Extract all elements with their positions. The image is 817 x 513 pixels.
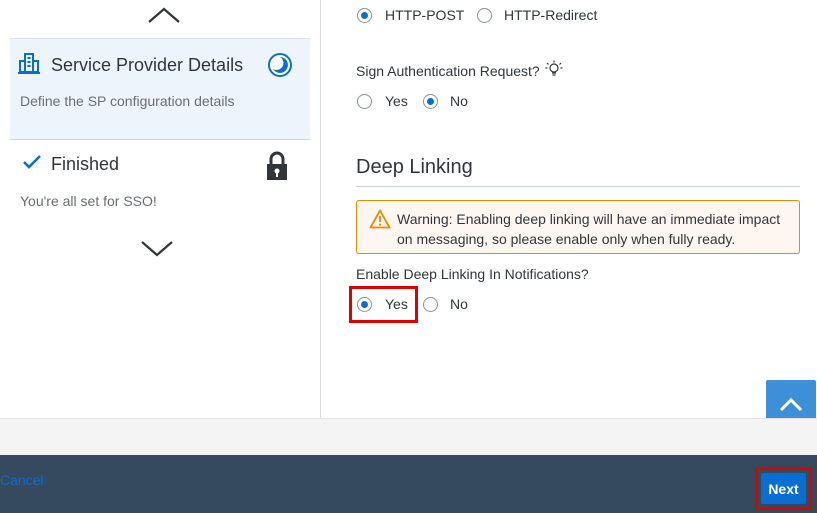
highlight-box: Next	[755, 467, 812, 510]
radio-deep-link-yes[interactable]	[357, 297, 372, 312]
content-bottom-strip	[0, 418, 817, 455]
wizard-step-list: Service Provider Details Define the SP c…	[0, 0, 320, 418]
radio-label: HTTP-Redirect	[504, 7, 598, 23]
warning-icon	[369, 209, 391, 229]
radio-label: No	[450, 93, 468, 109]
radio-http-post[interactable]	[357, 8, 372, 23]
step-title: Finished	[51, 154, 120, 174]
radio-sign-no[interactable]	[423, 94, 438, 109]
radio-sign-yes[interactable]	[357, 94, 372, 109]
building-icon	[18, 53, 40, 74]
sign-auth-label: Sign Authentication Request?	[356, 63, 540, 79]
enable-deep-linking-label: Enable Deep Linking In Notifications?	[356, 266, 589, 282]
section-title-deep-linking: Deep Linking	[356, 156, 473, 178]
section-divider	[356, 186, 800, 187]
step-title: Service Provider Details	[51, 55, 244, 75]
lock-icon	[267, 151, 287, 180]
cancel-button[interactable]: Cancel	[0, 472, 44, 488]
radio-label: HTTP-POST	[385, 7, 465, 23]
warning-message: Warning: Enabling deep linking will have…	[356, 200, 800, 254]
chevron-down-icon[interactable]	[140, 240, 174, 258]
radio-http-redirect[interactable]	[477, 8, 492, 23]
panel-divider	[320, 0, 321, 418]
wizard-step-finished[interactable]: Finished You're all set for SSO!	[10, 140, 310, 220]
radio-label: Yes	[385, 93, 408, 109]
chevron-up-icon	[779, 397, 803, 412]
chevron-up-icon[interactable]	[147, 6, 181, 24]
lightbulb-icon[interactable]	[545, 60, 563, 78]
footer-bar: Cancel Next	[0, 455, 817, 513]
radio-label: No	[450, 296, 468, 312]
in-progress-icon	[268, 53, 292, 77]
next-button[interactable]: Next	[761, 473, 806, 504]
step-description: You're all set for SSO!	[20, 193, 157, 209]
wizard-step-service-provider[interactable]: Service Provider Details Define the SP c…	[10, 38, 310, 140]
radio-label: Yes	[385, 296, 408, 312]
step-description: Define the SP configuration details	[20, 93, 235, 109]
radio-deep-link-no[interactable]	[423, 297, 438, 312]
warning-text: Warning: Enabling deep linking will have…	[397, 211, 781, 247]
checkmark-icon	[23, 155, 41, 169]
